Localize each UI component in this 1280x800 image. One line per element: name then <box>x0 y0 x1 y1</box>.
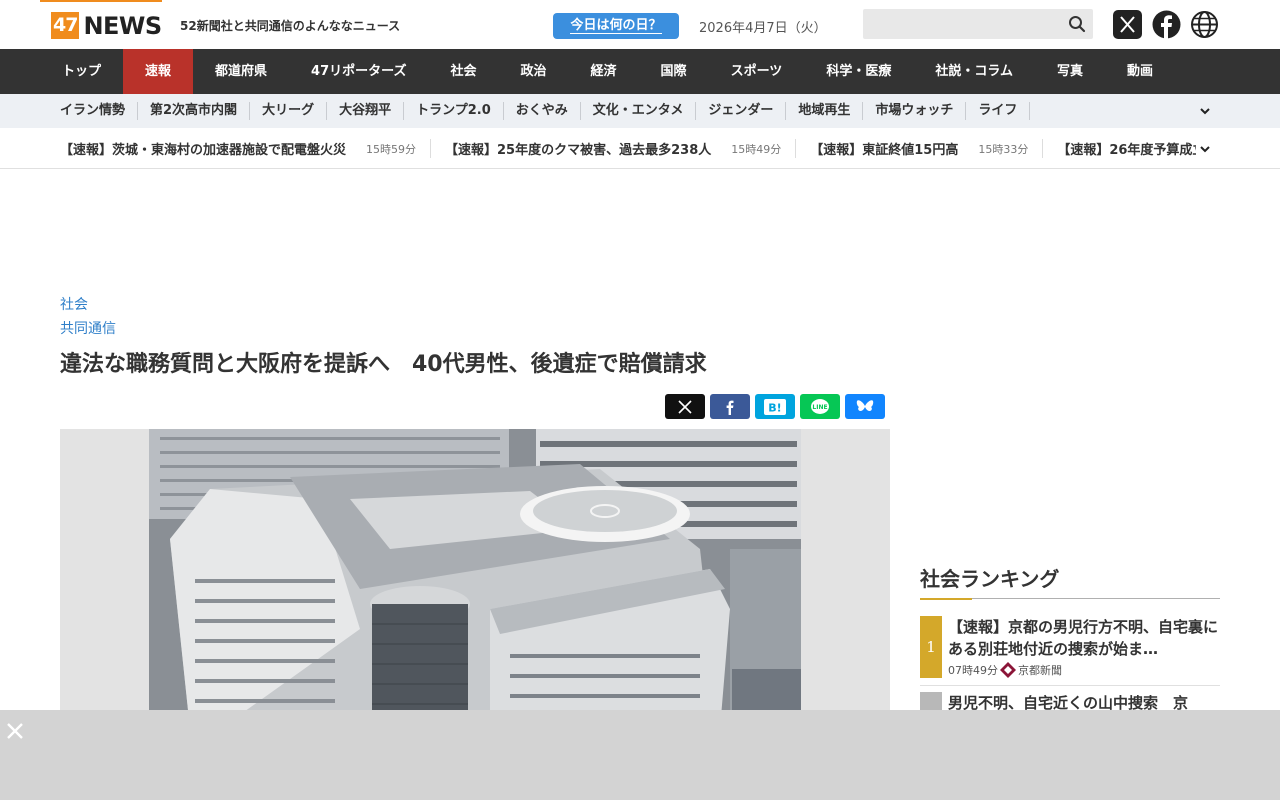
ticker-time: 15時59分 <box>366 142 417 156</box>
today-button-label: 今日は何の日？ <box>570 18 662 34</box>
main-nav: トップ 速報 都道府県 47リポーターズ 社会 政治 経済 国際 スポーツ 科学… <box>0 49 1280 94</box>
ranking-title: 社会ランキング <box>920 567 1060 591</box>
ranking-item-meta: 07時49分 京都新聞 <box>948 662 1062 678</box>
ticker-title: 【速報】東証終値15円高 <box>810 143 959 158</box>
nav-item-breaking[interactable]: 速報 <box>123 49 194 94</box>
share-bluesky-button[interactable] <box>845 394 885 419</box>
facebook-icon <box>726 400 734 415</box>
current-date: 2026年4月7日（火） <box>699 21 827 36</box>
x-icon[interactable] <box>1113 10 1142 39</box>
topic-item[interactable]: 大谷翔平 <box>327 102 405 120</box>
article-category-link[interactable]: 社会 <box>60 294 88 314</box>
x-icon <box>678 399 692 414</box>
topic-item[interactable]: 地域再生 <box>786 102 864 120</box>
topic-item[interactable]: ライフ <box>966 102 1031 120</box>
nav-item-editorial[interactable]: 社説・コラム <box>913 49 1035 94</box>
today-in-history-button[interactable]: 今日は何の日？ <box>553 13 679 39</box>
topic-nav: イラン情勢 第2次高市内閣 大リーグ 大谷翔平 トランプ2.0 おくやみ 文化・… <box>0 94 1280 128</box>
article-photo <box>60 429 890 729</box>
logo-accent-line <box>40 0 162 2</box>
ranking-item-time: 07時49分 <box>948 664 998 677</box>
search-input[interactable] <box>863 9 1093 39</box>
ticker-item[interactable]: 【速報】東証終値15円高 15時33分 <box>810 139 1044 158</box>
share-x-button[interactable] <box>665 394 705 419</box>
hatena-icon: B! <box>764 398 786 415</box>
ranking-item-publisher: 京都新聞 <box>1018 664 1062 677</box>
site-logo[interactable]: 47 NEWS <box>51 11 162 40</box>
nav-item-economy[interactable]: 経済 <box>569 49 639 94</box>
svg-text:LINE: LINE <box>812 404 827 411</box>
topic-item[interactable]: イラン情勢 <box>48 102 139 120</box>
ticker-item[interactable]: 【速報】26年度予算成立 <box>1057 139 1205 158</box>
topic-item[interactable]: おくやみ <box>504 102 581 120</box>
ticker-expand-chevron-down-icon[interactable] <box>1196 140 1214 158</box>
topic-item[interactable]: トランプ2.0 <box>404 102 504 120</box>
topic-expand-chevron-down-icon[interactable] <box>1196 102 1214 120</box>
share-hatena-button[interactable]: B! <box>755 394 795 419</box>
breaking-news-ticker: 【速報】茨城・東海村の加速器施設で配電盤火災 15時59分 【速報】25年度のク… <box>60 128 1212 169</box>
ranking-number: 1 <box>920 616 942 678</box>
nav-item-world[interactable]: 国際 <box>639 49 709 94</box>
nav-item-prefectures[interactable]: 都道府県 <box>193 49 289 94</box>
ticker-item[interactable]: 【速報】25年度のクマ被害、過去最多238人 15時49分 <box>445 139 797 158</box>
close-icon[interactable] <box>6 722 24 740</box>
topic-item[interactable]: 大リーグ <box>250 102 328 120</box>
bottom-ad-banner <box>0 710 1280 800</box>
nav-item-47reporters[interactable]: 47リポーターズ <box>289 49 428 94</box>
site-header: 47 NEWS 52新聞社と共同通信のよんななニュース 今日は何の日？ 2026… <box>0 0 1280 49</box>
article-headline: 違法な職務質問と大阪府を提訴へ 40代男性、後遺症で賠償請求 <box>60 352 707 377</box>
topic-item[interactable]: 第2次高市内閣 <box>138 102 251 120</box>
svg-text:B!: B! <box>768 401 781 414</box>
nav-item-top[interactable]: トップ <box>40 49 123 94</box>
logo-word: NEWS <box>83 11 162 40</box>
article-source-link[interactable]: 共同通信 <box>60 318 116 338</box>
logo-number: 47 <box>51 12 80 39</box>
topic-item[interactable]: 文化・エンタメ <box>581 102 697 120</box>
facebook-icon[interactable] <box>1152 10 1181 39</box>
share-facebook-button[interactable] <box>710 394 750 419</box>
topic-item[interactable]: ジェンダー <box>696 102 787 120</box>
ticker-time: 15時33分 <box>978 142 1029 156</box>
publisher-logo-icon <box>1000 662 1016 678</box>
ticker-title: 【速報】26年度予算成立 <box>1057 143 1206 158</box>
ticker-item[interactable]: 【速報】茨城・東海村の加速器施設で配電盤火災 15時59分 <box>60 139 432 158</box>
nav-item-science[interactable]: 科学・医療 <box>804 49 913 94</box>
ranking-item-title: 【速報】京都の男児行方不明、自宅裏にある別荘地付近の捜索が始ま… <box>948 618 1219 658</box>
ticker-time: 15時49分 <box>731 142 782 156</box>
search-icon[interactable] <box>1067 14 1087 34</box>
site-tagline: 52新聞社と共同通信のよんななニュース <box>180 19 401 33</box>
nav-item-videos[interactable]: 動画 <box>1105 49 1175 94</box>
building-aerial-photo <box>60 429 890 729</box>
bluesky-icon <box>856 399 874 411</box>
ticker-title: 【速報】茨城・東海村の加速器施設で配電盤火災 <box>60 143 347 158</box>
nav-item-politics[interactable]: 政治 <box>499 49 569 94</box>
nav-item-society[interactable]: 社会 <box>429 49 499 94</box>
nav-item-sports[interactable]: スポーツ <box>709 49 805 94</box>
globe-icon[interactable] <box>1190 10 1219 39</box>
ticker-title: 【速報】25年度のクマ被害、過去最多238人 <box>445 143 712 158</box>
ranking-row-divider <box>920 685 1220 686</box>
nav-item-photos[interactable]: 写真 <box>1035 49 1105 94</box>
topic-item[interactable]: 市場ウォッチ <box>863 102 967 120</box>
share-line-button[interactable]: LINE <box>800 394 840 419</box>
ticker-divider <box>0 168 1280 169</box>
line-icon: LINE <box>811 398 829 414</box>
ranking-item[interactable]: 1 【速報】京都の男児行方不明、自宅裏にある別荘地付近の捜索が始ま… 07時49… <box>920 616 1220 678</box>
ranking-divider-accent <box>920 598 972 600</box>
